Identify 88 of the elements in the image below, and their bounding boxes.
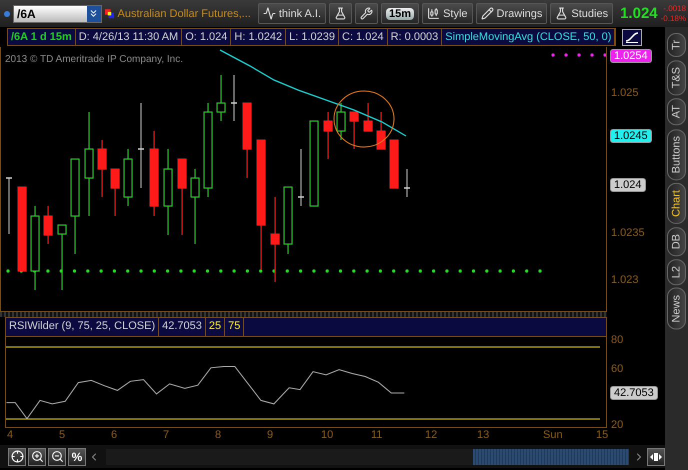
bearish-candle xyxy=(324,112,332,160)
side-tab[interactable]: AT xyxy=(667,98,686,126)
bearish-candle xyxy=(110,168,120,216)
pencil-icon xyxy=(480,7,494,20)
price-badge: 1.0254 xyxy=(610,49,652,63)
side-tab[interactable]: DB xyxy=(667,226,686,256)
date-label: 10 xyxy=(321,429,334,441)
flask-icon xyxy=(334,7,348,20)
candlestick-icon xyxy=(427,7,440,20)
date-label: 5 xyxy=(59,429,66,441)
curve-button[interactable] xyxy=(622,28,642,46)
indicator-text: RSIWilder (9, 75, 25, CLOSE) xyxy=(6,318,160,336)
info-text: SimpleMovingAvg (CLOSE, 50, 0) xyxy=(442,29,616,45)
bearish-candle xyxy=(44,206,52,244)
indicator-text: 25 xyxy=(206,318,226,336)
last-price: 1.024 xyxy=(620,5,658,22)
doji-candle xyxy=(231,74,237,122)
info-text: D: 4/26/13 11:30 AM xyxy=(76,29,182,45)
date-label: 4 xyxy=(7,429,14,441)
percent-button[interactable]: % xyxy=(68,448,86,466)
flask-icon xyxy=(555,7,568,20)
axis-label: 1.0235 xyxy=(611,227,645,239)
indicator-text: 42.7053 xyxy=(159,318,206,336)
axis-label: 20 xyxy=(611,419,624,431)
date-label: 11 xyxy=(371,429,382,441)
zoom-in-button[interactable] xyxy=(28,448,46,466)
price-badge: 1.024 xyxy=(610,178,646,192)
symbol-field[interactable]: /6A xyxy=(13,4,102,22)
studies-button[interactable]: Studies xyxy=(550,3,614,24)
instrument-name: Australian Dollar Futures,... xyxy=(118,8,251,20)
price-badge: 42.7053 xyxy=(610,386,658,400)
axis-label: 1.025 xyxy=(611,87,639,99)
side-tab[interactable]: Tr xyxy=(667,33,686,57)
side-tab[interactable]: Buttons xyxy=(667,128,686,180)
axis-label: 1.023 xyxy=(611,274,639,286)
bullish-candle xyxy=(336,102,346,140)
bullish-candle xyxy=(58,224,66,290)
wrench-icon xyxy=(360,7,374,20)
info-text: C: 1.024 xyxy=(339,29,388,45)
crosshair-button[interactable] xyxy=(8,448,26,466)
scrollbar-thumb[interactable] xyxy=(473,448,629,464)
price-change: -.0018 xyxy=(663,4,686,14)
date-label: 7 xyxy=(163,429,170,441)
side-tab[interactable]: T&S xyxy=(667,60,686,96)
side-tab[interactable]: Chart xyxy=(667,182,686,224)
bearish-candle xyxy=(350,112,358,150)
style-button[interactable]: Style xyxy=(422,3,473,24)
bullish-candle xyxy=(284,186,292,254)
doji-candle xyxy=(404,168,410,198)
zoom-out-button[interactable] xyxy=(48,448,66,466)
indicator-text: 75 xyxy=(225,318,244,336)
bullish-candle xyxy=(216,74,226,122)
circle-annotation xyxy=(334,90,394,148)
wrench-button[interactable] xyxy=(355,3,378,24)
date-label: 9 xyxy=(267,429,274,441)
date-label: Sun xyxy=(543,429,563,441)
think-ai-button[interactable]: think A.I. xyxy=(258,3,326,24)
dropdown-icon[interactable] xyxy=(86,6,101,22)
date-label: 15 xyxy=(596,429,608,441)
side-tab[interactable]: L2 xyxy=(667,259,686,286)
date-label: 13 xyxy=(477,429,490,441)
info-text: H: 1.0242 xyxy=(231,29,286,45)
bearish-candle xyxy=(98,140,106,198)
flask-button[interactable] xyxy=(329,3,352,24)
drawings-button[interactable]: Drawings xyxy=(476,3,548,24)
bearish-candle xyxy=(390,140,398,188)
bearish-candle xyxy=(376,112,386,150)
doji-candle xyxy=(6,177,12,234)
price-badge: 1.0245 xyxy=(610,129,652,143)
axis-label: 60 xyxy=(611,363,624,375)
bullish-candle xyxy=(124,148,132,206)
percent-change: -0.18% xyxy=(660,14,686,24)
status-dot xyxy=(4,10,10,16)
expand-icon xyxy=(650,452,662,462)
info-text: L: 1.0239 xyxy=(286,29,339,45)
copyright-text: 2013 © TD Ameritrade IP Company, Inc. xyxy=(5,54,184,65)
info-text: O: 1.024 xyxy=(182,29,232,45)
date-label: 12 xyxy=(425,429,438,441)
side-tab[interactable]: News xyxy=(667,288,686,330)
axis-label: 80 xyxy=(611,334,624,346)
bearish-candle xyxy=(364,102,372,132)
expand-button[interactable] xyxy=(647,448,665,466)
info-text: R: 0.0003 xyxy=(388,29,442,45)
date-label: 6 xyxy=(111,429,118,441)
date-label: 8 xyxy=(215,429,222,441)
doji-candle xyxy=(298,148,304,206)
period-button[interactable]: 15m xyxy=(381,3,420,24)
info-text: /6A 1 d 15m xyxy=(8,29,76,45)
